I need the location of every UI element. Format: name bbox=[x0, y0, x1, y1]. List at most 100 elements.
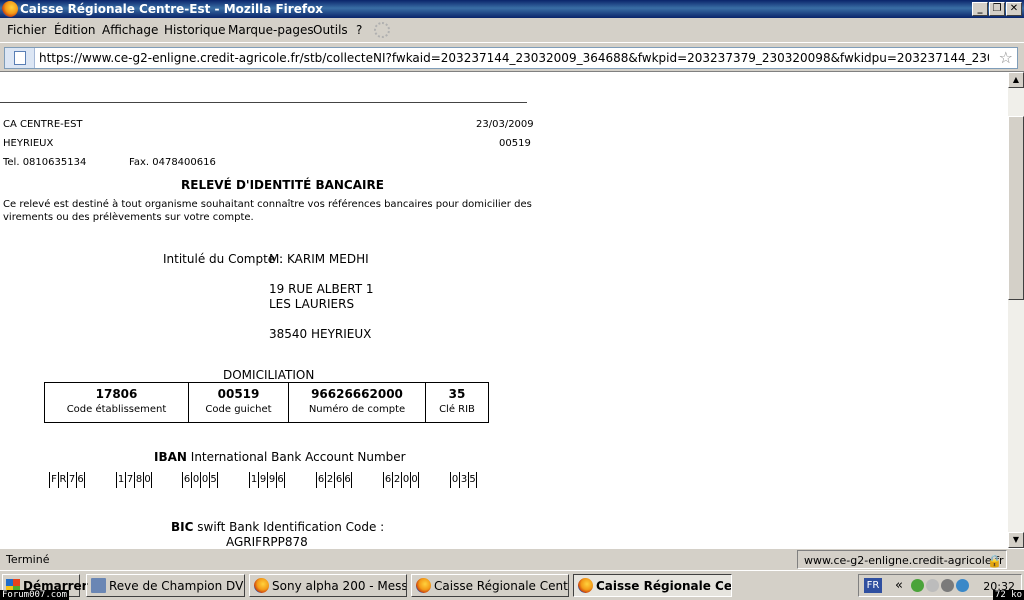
taskbar-item-dvdr[interactable]: Reve de Champion DVDR... bbox=[86, 574, 245, 597]
restore-button[interactable]: ❐ bbox=[989, 2, 1005, 16]
iban-heading: IBAN International Bank Account Number bbox=[154, 450, 406, 464]
iban-char: 6 bbox=[182, 472, 191, 488]
language-indicator[interactable]: FR bbox=[864, 578, 882, 593]
address-bar[interactable]: https://www.ce-g2-enligne.credit-agricol… bbox=[4, 47, 1018, 69]
rib-table: 17806 Code établissement 00519 Code guic… bbox=[44, 382, 489, 423]
taskbar: Démarrer Reve de Champion DVDR... Sony a… bbox=[0, 570, 1024, 600]
page-icon bbox=[14, 51, 26, 65]
iban-char: 0 bbox=[200, 472, 209, 488]
close-button[interactable]: ✕ bbox=[1006, 2, 1022, 16]
menu-outils[interactable]: Outils bbox=[313, 23, 348, 37]
document-date: 23/03/2009 bbox=[476, 119, 534, 130]
scroll-up-arrow-icon[interactable]: ▲ bbox=[1008, 72, 1024, 88]
iban-char: 1 bbox=[116, 472, 125, 488]
status-domain: www.ce-g2-enligne.credit-agricole.fr 🔒 bbox=[797, 550, 1007, 569]
minimize-button[interactable]: _ bbox=[972, 2, 988, 16]
rib-label: Clé RIB bbox=[439, 404, 475, 415]
status-domain-text: www.ce-g2-enligne.credit-agricole.fr bbox=[804, 554, 1004, 567]
iban-char: 2 bbox=[392, 472, 401, 488]
taskbar-item-sony[interactable]: Sony alpha 200 - Messag... bbox=[249, 574, 407, 597]
agency-code: 00519 bbox=[499, 138, 531, 149]
menu-help[interactable]: ? bbox=[356, 23, 362, 37]
iban-group: FR76 bbox=[49, 472, 85, 488]
iban-char: F bbox=[49, 472, 58, 488]
taskbar-item-label: Sony alpha 200 - Messag... bbox=[272, 579, 407, 593]
address-line-3: 38540 HEYRIEUX bbox=[269, 327, 372, 341]
address-line-2: LES LAURIERS bbox=[269, 297, 355, 311]
network-icon[interactable] bbox=[911, 579, 924, 592]
status-bar: Terminé www.ce-g2-enligne.credit-agricol… bbox=[0, 548, 1024, 570]
iban-char: 5 bbox=[209, 472, 218, 488]
watermark-left: Forum007.com bbox=[0, 590, 70, 600]
rib-value: 00519 bbox=[217, 387, 260, 401]
iban-char: 6 bbox=[343, 472, 352, 488]
show-hidden-icons-chevron-icon[interactable]: « bbox=[895, 578, 903, 593]
iban-char: 0 bbox=[191, 472, 200, 488]
taskbar-item-caisse-1[interactable]: Caisse Régionale Centre... bbox=[411, 574, 569, 597]
iban-char: 5 bbox=[468, 472, 477, 488]
site-identity-button[interactable] bbox=[5, 48, 35, 68]
menu-fichier[interactable]: Fichier bbox=[7, 23, 46, 37]
page-content: CA CENTRE-EST 23/03/2009 HEYRIEUX 00519 … bbox=[0, 72, 1008, 548]
loading-throbber-icon bbox=[374, 22, 390, 38]
iban-char: 2 bbox=[325, 472, 334, 488]
iban-char: 9 bbox=[267, 472, 276, 488]
menu-edition[interactable]: Édition bbox=[54, 23, 96, 37]
rib-label: Code établissement bbox=[66, 404, 167, 415]
rib-cell-key: 35 Clé RIB bbox=[426, 383, 488, 422]
intro-line-1: Ce relevé est destiné à tout organisme s… bbox=[3, 199, 532, 210]
iban-group: 6200 bbox=[383, 472, 419, 488]
tray-app-icon[interactable] bbox=[956, 579, 969, 592]
bank-name: CA CENTRE-EST bbox=[3, 119, 83, 130]
iban-group: 6005 bbox=[182, 472, 218, 488]
address-line-1: 19 RUE ALBERT 1 bbox=[269, 282, 374, 296]
menu-historique[interactable]: Historique bbox=[164, 23, 226, 37]
iban-char: 3 bbox=[459, 472, 468, 488]
firefox-icon bbox=[416, 578, 431, 593]
iban-bold: IBAN bbox=[154, 450, 187, 464]
firefox-icon bbox=[578, 578, 593, 593]
taskbar-item-label: Caisse Régionale Cen... bbox=[596, 579, 732, 593]
status-text: Terminé bbox=[6, 553, 50, 566]
menu-affichage[interactable]: Affichage bbox=[102, 23, 158, 37]
lock-icon[interactable]: 🔒 bbox=[987, 554, 1002, 568]
vertical-scrollbar[interactable]: ▲ ▼ bbox=[1008, 72, 1024, 548]
bic-heading: BIC swift Bank Identification Code : bbox=[171, 520, 384, 534]
bic-label: swift Bank Identification Code : bbox=[197, 520, 385, 534]
iban-char: 0 bbox=[450, 472, 459, 488]
iban-group: 1996 bbox=[249, 472, 285, 488]
document-icon bbox=[91, 578, 106, 593]
rib-label: Numéro de compte bbox=[308, 404, 406, 415]
tray-app-icon[interactable] bbox=[941, 579, 954, 592]
iban-char: 6 bbox=[383, 472, 392, 488]
rib-value: 35 bbox=[448, 387, 466, 401]
window-titlebar: Caisse Régionale Centre-Est - Mozilla Fi… bbox=[0, 0, 1024, 18]
tray-app-icon[interactable] bbox=[926, 579, 939, 592]
bank-fax: Fax. 0478400616 bbox=[129, 157, 216, 168]
bank-city: HEYRIEUX bbox=[3, 138, 54, 149]
menu-marque-pages[interactable]: Marque-pages bbox=[228, 23, 314, 37]
iban-group: 035 bbox=[450, 472, 477, 488]
scrollbar-thumb[interactable] bbox=[1008, 116, 1024, 300]
address-url[interactable]: https://www.ce-g2-enligne.credit-agricol… bbox=[39, 51, 989, 65]
iban-char: 7 bbox=[125, 472, 134, 488]
iban-char: 8 bbox=[134, 472, 143, 488]
iban-char: R bbox=[58, 472, 67, 488]
bic-code: AGRIFRPP878 bbox=[226, 535, 308, 548]
iban-char: 6 bbox=[334, 472, 343, 488]
rib-cell-bank-code: 17806 Code établissement bbox=[45, 383, 189, 422]
iban-label: International Bank Account Number bbox=[190, 450, 406, 464]
bookmark-star-icon[interactable]: ☆ bbox=[999, 48, 1013, 67]
iban-char: 0 bbox=[410, 472, 419, 488]
navigation-toolbar: https://www.ce-g2-enligne.credit-agricol… bbox=[0, 42, 1024, 72]
iban-group: 1780 bbox=[116, 472, 152, 488]
menu-bar: Fichier Édition Affichage Historique Mar… bbox=[0, 18, 1024, 42]
scroll-down-arrow-icon[interactable]: ▼ bbox=[1008, 532, 1024, 548]
taskbar-item-caisse-2[interactable]: Caisse Régionale Cen... bbox=[573, 574, 732, 597]
window-title: Caisse Régionale Centre-Est - Mozilla Fi… bbox=[20, 2, 324, 16]
iban-char: 9 bbox=[258, 472, 267, 488]
firefox-icon bbox=[254, 578, 269, 593]
iban-char: 7 bbox=[67, 472, 76, 488]
iban-char: 0 bbox=[401, 472, 410, 488]
bank-telephone: Tel. 0810635134 bbox=[3, 157, 87, 168]
